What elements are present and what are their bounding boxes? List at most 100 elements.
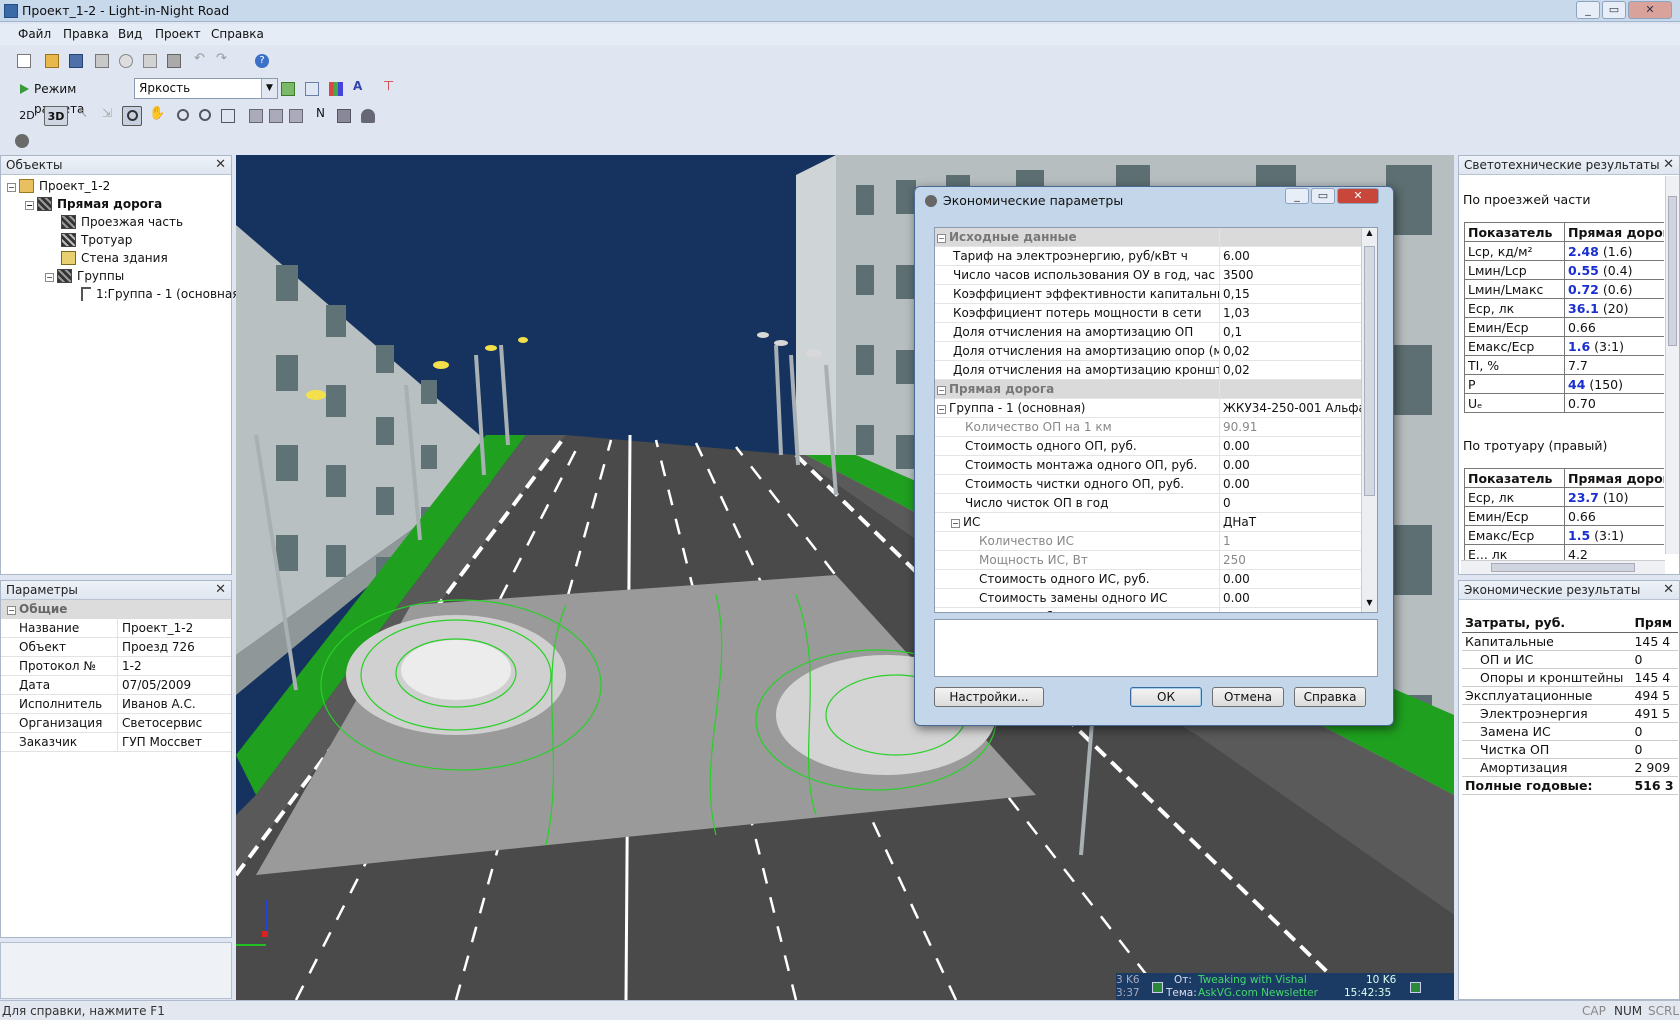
collapse-icon[interactable]: − <box>937 386 946 395</box>
collapse-icon[interactable]: − <box>25 201 34 210</box>
grid-icon[interactable] <box>326 79 346 99</box>
maximize-button[interactable]: ▭ <box>1602 1 1626 19</box>
menu-help[interactable]: Справка <box>211 27 264 41</box>
new-icon[interactable] <box>14 51 34 71</box>
param-value[interactable]: Светосервис <box>118 714 231 732</box>
menu-view[interactable]: Вид <box>118 27 142 41</box>
dialog-maximize-button[interactable]: ▭ <box>1311 188 1335 204</box>
copy-icon[interactable] <box>140 51 160 71</box>
close-icon[interactable]: ✕ <box>215 157 226 172</box>
parameter-value[interactable]: ДНаТ <box>1220 513 1377 531</box>
parameter-row[interactable]: Доля отчисления на амортизацию опор (мач… <box>935 342 1377 361</box>
parameter-value[interactable]: 1,03 <box>1220 304 1377 322</box>
view-side-icon[interactable] <box>266 106 286 126</box>
parameter-row[interactable]: Доля отчисления на амортизацию ОП 0,1 <box>935 323 1377 342</box>
parameter-row[interactable]: Тариф на электроэнергию, руб/кВт ч 6.00 <box>935 247 1377 266</box>
parameter-row[interactable]: Число часов использования ОУ в год, час 3… <box>935 266 1377 285</box>
rotate-icon[interactable] <box>122 106 142 126</box>
undo-icon[interactable]: ↶ <box>194 51 214 71</box>
parameter-value[interactable]: 1 <box>1220 532 1377 550</box>
parameter-value[interactable]: 0.00 <box>1220 475 1377 493</box>
param-row[interactable]: Организация Светосервис <box>1 714 231 733</box>
ok-button[interactable]: ОК <box>1130 687 1202 707</box>
horizontal-scrollbar[interactable] <box>1461 560 1665 574</box>
parameter-value[interactable]: 0 <box>1220 494 1377 512</box>
collapse-icon[interactable]: − <box>7 606 16 615</box>
parameter-value[interactable]: 0.00 <box>1220 589 1377 607</box>
parameter-value[interactable]: 0,15 <box>1220 285 1377 303</box>
tree-item-group-1[interactable]: 1:Группа - 1 (основная) <box>81 285 244 303</box>
notification-ticker[interactable]: 3 K6 3:37 От: Tweaking with Vishal Тема:… <box>1116 973 1454 1000</box>
view-top-icon[interactable] <box>286 106 306 126</box>
save-icon[interactable] <box>66 51 86 71</box>
parameter-value[interactable]: ЖКУ34-250-001 Альфа <box>1220 399 1377 417</box>
collapse-icon[interactable]: − <box>937 405 946 414</box>
parameter-value[interactable]: 0,02 <box>1220 361 1377 379</box>
camera-icon[interactable] <box>164 51 184 71</box>
print-icon[interactable] <box>92 51 112 71</box>
parameter-row[interactable]: Стоимость замены одного ИС 0.00 <box>935 589 1377 608</box>
menu-project[interactable]: Проект <box>155 27 201 41</box>
calc-mode-button[interactable]: Режим расчета <box>14 79 130 116</box>
minimize-button[interactable]: _ <box>1576 1 1600 19</box>
param-row[interactable]: Протокол № 1-2 <box>1 657 231 676</box>
help-button[interactable]: Справка <box>1294 687 1366 707</box>
collapse-icon[interactable]: − <box>937 234 946 243</box>
scrollbar-thumb[interactable] <box>1364 246 1375 496</box>
chevron-down-icon[interactable]: ▼ <box>261 79 277 98</box>
dialog-close-button[interactable]: ✕ <box>1337 188 1379 204</box>
zoom-in-icon[interactable] <box>174 106 194 126</box>
close-icon[interactable]: ✕ <box>1663 157 1674 172</box>
surface-icon[interactable] <box>278 79 298 99</box>
image-icon[interactable] <box>334 106 354 126</box>
collapse-icon[interactable]: − <box>45 273 54 282</box>
param-row[interactable]: Заказчик ГУП Моссвет <box>1 733 231 752</box>
category-row[interactable]: − Прямая дорога <box>935 380 1377 399</box>
collapse-icon[interactable]: − <box>951 519 960 528</box>
zoom-out-icon[interactable] <box>196 106 216 126</box>
parameter-row[interactable]: Количество ИС 1 <box>935 532 1377 551</box>
param-row[interactable]: Название Проект_1-2 <box>1 619 231 638</box>
tree-item-project[interactable]: − Проект_1-2 <box>7 177 110 195</box>
redo-icon[interactable]: ↷ <box>216 51 236 71</box>
parameter-row[interactable]: Стоимость одного ИС, руб. 0.00 <box>935 570 1377 589</box>
parameter-row[interactable]: Доля отчисления на амортизацию кронштейн… <box>935 361 1377 380</box>
vertical-scrollbar[interactable] <box>1665 176 1679 554</box>
param-row[interactable]: Исполнитель Иванов А.С. <box>1 695 231 714</box>
pointer-icon[interactable]: ↖ <box>74 106 94 126</box>
scale-icon[interactable]: ⊤ <box>380 79 400 99</box>
parameter-value[interactable]: 0,02 <box>1220 342 1377 360</box>
parameter-value[interactable]: 0.00 <box>1220 570 1377 588</box>
scroll-up-icon[interactable]: ▲ <box>1362 228 1377 242</box>
parameter-value[interactable]: 0,1 <box>1220 323 1377 341</box>
close-button[interactable]: ✕ <box>1628 1 1672 19</box>
tree-item-carriageway[interactable]: Проезжая часть <box>61 213 183 231</box>
settings-button[interactable]: Настройки... <box>934 687 1044 707</box>
parameter-value[interactable]: 250 <box>1220 551 1377 569</box>
north-icon[interactable]: N <box>312 106 332 126</box>
parameter-row[interactable]: Число чисток ОП в год 0 <box>935 494 1377 513</box>
preview-icon[interactable] <box>116 51 136 71</box>
parameter-row[interactable]: − ИС ДНаТ <box>935 513 1377 532</box>
tree-item-sidewalk[interactable]: Тротуар <box>61 231 132 249</box>
close-icon[interactable]: ✕ <box>1663 582 1674 597</box>
parameter-row[interactable]: Количество ОП на 1 км 90.91 <box>935 418 1377 437</box>
param-value[interactable]: 1-2 <box>118 657 231 675</box>
cancel-button[interactable]: Отмена <box>1212 687 1284 707</box>
mode-2d-button[interactable]: 2D <box>12 106 42 126</box>
parameter-row[interactable]: Коэффициент потерь мощности в сети 1,03 <box>935 304 1377 323</box>
vertical-scrollbar[interactable]: ▲ ▼ <box>1361 228 1377 612</box>
parameter-value[interactable]: 1000 <box>1220 608 1377 612</box>
parameter-value[interactable]: 0.00 <box>1220 456 1377 474</box>
parameter-row[interactable]: − Группа - 1 (основная) ЖКУ34-250-001 Альф… <box>935 399 1377 418</box>
param-value[interactable]: ГУП Моссвет <box>118 733 231 751</box>
pan-hand-icon[interactable]: ✋ <box>146 106 166 126</box>
param-value[interactable]: Проект_1-2 <box>118 619 231 637</box>
category-general[interactable]: − Общие <box>1 600 231 619</box>
parameter-value[interactable]: 0.00 <box>1220 437 1377 455</box>
parameter-row[interactable]: Стоимость чистки одного ОП, руб. 0.00 <box>935 475 1377 494</box>
calc-type-select[interactable]: Яркость ▼ <box>134 78 278 99</box>
param-row[interactable]: Дата 07/05/2009 <box>1 676 231 695</box>
dialog-minimize-button[interactable]: _ <box>1285 188 1309 204</box>
parameter-row[interactable]: Стоимость одного ОП, руб. 0.00 <box>935 437 1377 456</box>
